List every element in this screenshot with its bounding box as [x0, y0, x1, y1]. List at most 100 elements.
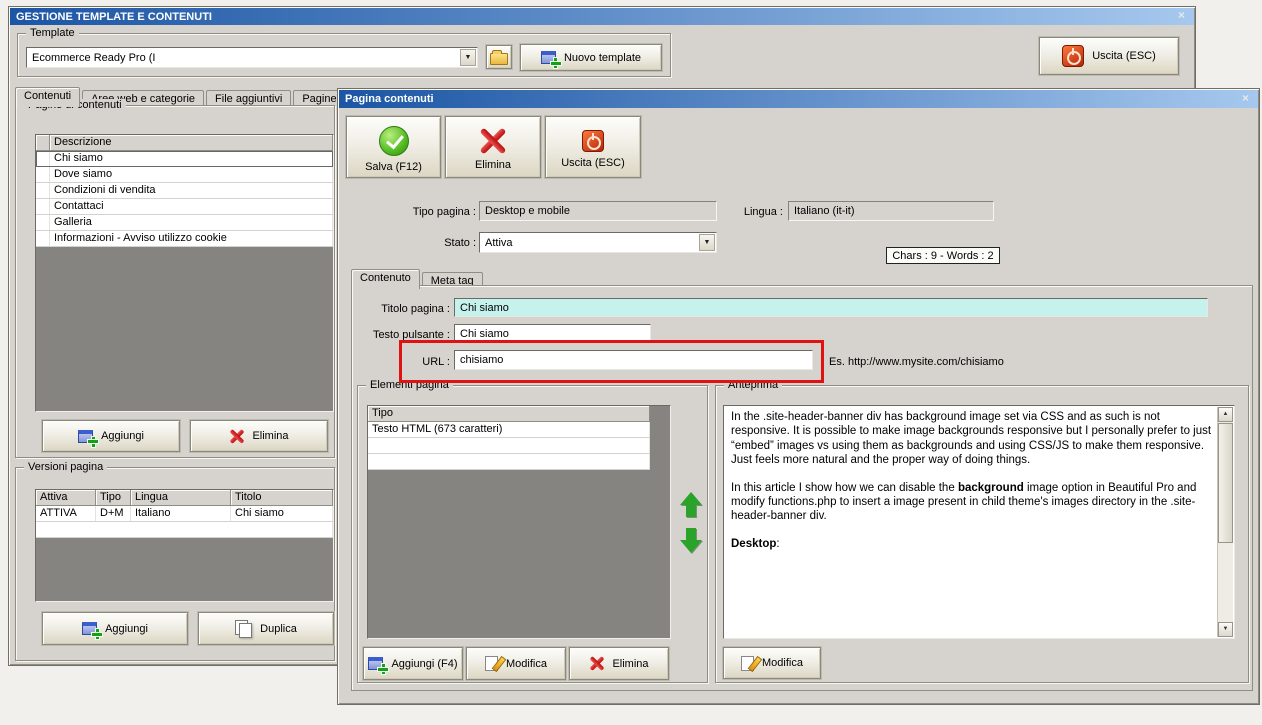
elementi-row-testo-html[interactable]: Testo HTML (673 caratteri) — [368, 422, 650, 438]
scroll-down-icon[interactable]: ▼ — [1218, 622, 1233, 637]
uscita-toolbar-button[interactable]: Uscita (ESC) — [545, 116, 641, 178]
delete-x-icon — [589, 656, 604, 671]
elimina-elemento-button[interactable]: Elimina — [569, 647, 669, 680]
scroll-up-icon[interactable]: ▲ — [1218, 407, 1233, 422]
window-plus-icon — [368, 657, 389, 674]
nuovo-template-button[interactable]: Nuovo template — [520, 44, 662, 71]
tab-contenuti[interactable]: Contenuti — [15, 87, 81, 107]
row-label: Dove siamo — [50, 167, 333, 182]
col-attiva: Attiva — [36, 490, 96, 506]
close-icon: × — [1177, 8, 1185, 22]
uscita-esc-button[interactable]: Uscita (ESC) — [1039, 37, 1179, 75]
row-label: Galleria — [50, 215, 333, 230]
url-input[interactable]: chisiamo — [454, 350, 813, 370]
elementi-group-label: Elementi pagina — [366, 379, 453, 391]
aggiungi-f4-label: Aggiungi (F4) — [391, 657, 458, 670]
modifica-anteprima-button[interactable]: Modifica — [723, 647, 821, 679]
pagine-row-chi-siamo[interactable]: Chi siamo — [36, 151, 333, 167]
power-icon — [582, 129, 604, 152]
aggiungi-pagina-button[interactable]: Aggiungi — [42, 420, 180, 452]
empty-cell — [36, 522, 333, 537]
tipo-pagina-value: Desktop e mobile — [485, 205, 570, 217]
empty-cell — [368, 454, 650, 469]
col-tipo: Tipo — [368, 406, 650, 422]
template-combo[interactable]: Ecommerce Ready Pro (I ▼ — [26, 47, 478, 68]
chevron-down-icon: ▼ — [703, 239, 711, 246]
titolo-pagina-label: Titolo pagina : — [381, 303, 450, 315]
testo-pulsante-value: Chi siamo — [460, 327, 509, 340]
empty-cell — [368, 438, 650, 453]
tab-contenuto-label: Contenuto — [360, 272, 411, 284]
salva-button[interactable]: Salva (F12) — [346, 116, 441, 178]
window-title: GESTIONE TEMPLATE E CONTENUTI — [16, 10, 212, 23]
contenuto-panel: Titolo pagina : Chi siamo Testo pulsante… — [351, 285, 1253, 691]
row-selector — [36, 183, 50, 198]
elimina-label: Elimina — [252, 430, 289, 442]
pagine-row-galleria[interactable]: Galleria — [36, 215, 333, 231]
chevron-down-icon: ▼ — [464, 54, 472, 61]
cell-tipo: D+M — [96, 506, 131, 521]
lingua-field: Italiano (it-it) — [788, 201, 994, 221]
elimina-toolbar-label: Elimina — [474, 158, 512, 171]
dialog-close-button[interactable]: × — [1238, 91, 1253, 106]
col-descrizione: Descrizione — [50, 135, 333, 151]
stato-value: Attiva — [485, 236, 513, 249]
pagine-row-condizioni[interactable]: Condizioni di vendita — [36, 183, 333, 199]
tipo-pagina-label: Tipo pagina : — [412, 206, 476, 218]
anteprima-text: In the .site-header-banner div has backg… — [723, 405, 1235, 639]
versioni-row[interactable]: ATTIVA D+M Italiano Chi siamo — [36, 506, 333, 522]
scroll-thumb[interactable] — [1218, 423, 1233, 543]
cell-attiva: ATTIVA — [36, 506, 96, 521]
anteprima-scrollbar[interactable]: ▲ ▼ — [1217, 407, 1233, 637]
url-label: URL : — [422, 356, 450, 368]
pagine-grid: Descrizione Chi siamo Dove siamo Condizi… — [35, 134, 334, 412]
row-selector — [36, 215, 50, 230]
chars-words-counter: Chars : 9 - Words : 2 — [886, 247, 1000, 264]
elimina-toolbar-button[interactable]: Elimina — [445, 116, 541, 178]
row-selector — [36, 167, 50, 182]
testo-pulsante-input[interactable]: Chi siamo — [454, 324, 651, 343]
move-up-arrow-icon[interactable] — [679, 492, 703, 518]
template-groupbox: Template Ecommerce Ready Pro (I ▼ Nuovo … — [17, 27, 671, 77]
pagine-row-dove-siamo[interactable]: Dove siamo — [36, 167, 333, 183]
row-selector — [36, 151, 50, 166]
stato-dropdown-button[interactable]: ▼ — [699, 234, 715, 251]
move-down-arrow-icon[interactable] — [679, 527, 703, 553]
row-selector — [36, 231, 50, 246]
titolo-pagina-input[interactable]: Chi siamo — [454, 298, 1208, 317]
pagine-row-cookie[interactable]: Informazioni - Avviso utilizzo cookie — [36, 231, 333, 247]
tab-contenuto[interactable]: Contenuto — [351, 269, 420, 289]
anteprima-paragraph-1: In the .site-header-banner div has backg… — [731, 411, 1212, 467]
delete-x-icon — [229, 429, 244, 444]
folder-icon — [490, 50, 508, 65]
url-hint: Es. http://www.mysite.com/chisiamo — [829, 356, 1004, 368]
modifica-elemento-button[interactable]: Modifica — [466, 647, 566, 680]
titolo-pagina-value: Chi siamo — [460, 301, 509, 314]
aggiungi-label: Aggiungi — [101, 430, 144, 442]
row-label: Condizioni di vendita — [50, 183, 333, 198]
window-plus-icon — [540, 51, 561, 68]
open-template-button[interactable] — [486, 45, 512, 69]
template-combo-value: Ecommerce Ready Pro (I — [32, 51, 156, 64]
anteprima-group-label: Anteprima — [724, 379, 783, 391]
template-combo-dropdown-button[interactable]: ▼ — [460, 49, 476, 66]
screen: GESTIONE TEMPLATE E CONTENUTI × Template… — [0, 0, 1262, 725]
lingua-value: Italiano (it-it) — [794, 205, 855, 217]
power-icon — [1062, 45, 1085, 67]
elimina-pagina-button[interactable]: Elimina — [190, 420, 328, 452]
aggiungi-versione-button[interactable]: Aggiungi — [42, 612, 188, 645]
aggiungi-versione-label: Aggiungi — [105, 622, 148, 635]
lingua-label: Lingua : — [743, 206, 783, 218]
versioni-pagina-groupbox: Versioni pagina Attiva Tipo Lingua Titol… — [15, 461, 335, 661]
pagine-row-contattaci[interactable]: Contattaci — [36, 199, 333, 215]
anteprima-paragraph-2: In this article I show how we can disabl… — [731, 481, 1197, 523]
duplica-button[interactable]: Duplica — [198, 612, 334, 645]
copy-icon — [235, 620, 253, 638]
close-button[interactable]: × — [1174, 8, 1189, 23]
duplica-label: Duplica — [260, 622, 297, 635]
window-plus-icon — [82, 622, 103, 639]
row-label: Contattaci — [50, 199, 333, 214]
stato-combo[interactable]: Attiva ▼ — [479, 232, 717, 253]
template-group-label: Template — [26, 27, 79, 39]
aggiungi-elemento-button[interactable]: Aggiungi (F4) — [363, 647, 463, 680]
